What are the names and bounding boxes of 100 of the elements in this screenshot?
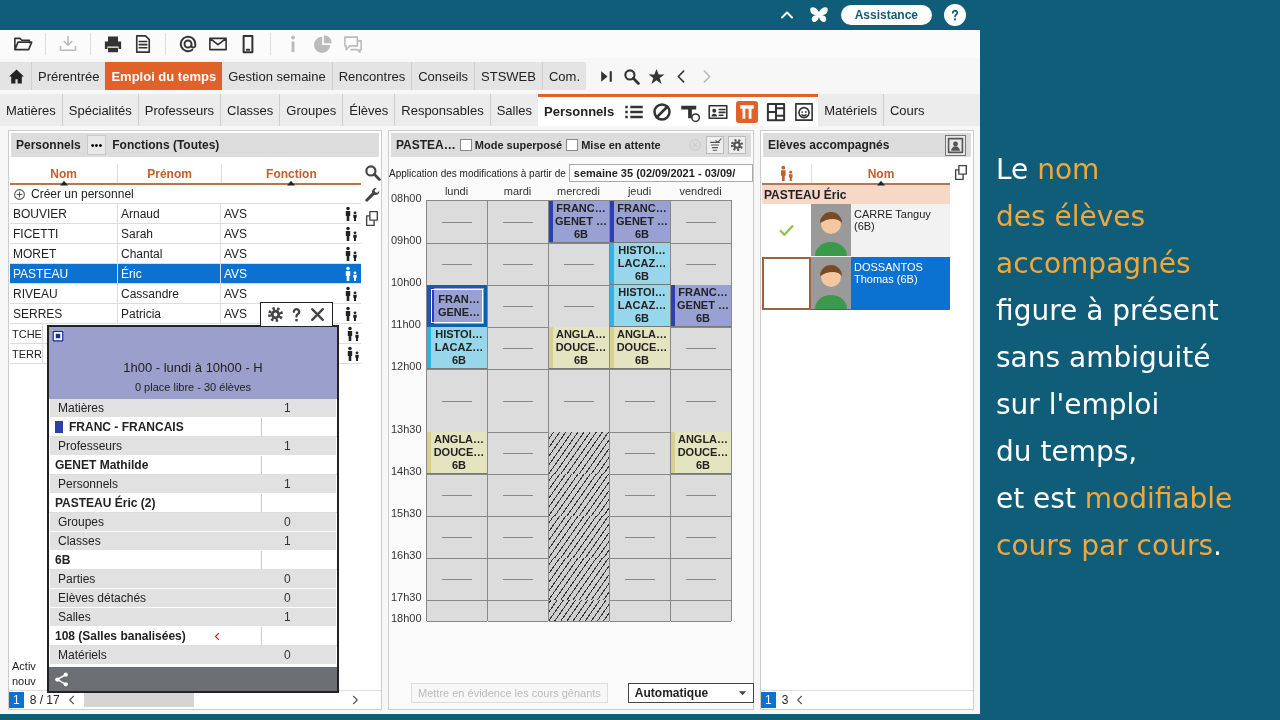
item-row[interactable]: FRANC - FRANCAIS [49, 418, 262, 436]
course-block[interactable]: HISTOI… LACAZ… 6B [427, 327, 487, 369]
time-label: 10h00 [391, 276, 422, 288]
table-row[interactable]: BOUVIER Arnaud AVS [10, 204, 361, 224]
view-tab[interactable]: Spécialités [61, 94, 138, 126]
view-tab[interactable]: Classes [220, 94, 280, 126]
item-text[interactable]: 6B [55, 553, 71, 567]
table-cell[interactable]: AVS [221, 204, 333, 223]
caption-text: du temps, [996, 434, 1138, 469]
section-count: 1 [284, 439, 291, 453]
item-text[interactable]: FRANC - FRANCAIS [69, 420, 184, 434]
view-tab[interactable]: Groupes [279, 94, 343, 126]
time-label: 12h00 [391, 360, 422, 372]
column-header[interactable]: Nom [10, 164, 119, 183]
module-tab[interactable]: STSWEB [474, 62, 542, 90]
table-cell[interactable]: TCHE [10, 324, 43, 343]
view-tab[interactable]: Personnels [538, 94, 621, 126]
course-block[interactable]: ANGLA… DOUCE… 6B [549, 327, 609, 369]
week-field[interactable]: semaine 35 (02/09/2021 - 03/09/ [568, 164, 753, 182]
course-block[interactable]: HISTOI… LACAZ… 6B [610, 285, 670, 327]
checkbox-label[interactable]: Mode superposé [474, 139, 563, 151]
item-row[interactable]: 108 (Salles banalisées) [49, 627, 262, 645]
caption-text: cours par cours [996, 528, 1213, 563]
table-cell[interactable]: Chantal [118, 244, 221, 263]
caption-text: . [1213, 528, 1222, 563]
table-cell[interactable]: AVS [221, 264, 333, 283]
item-text[interactable]: GENET Mathilde [55, 458, 149, 472]
course-block[interactable]: ANGLA… DOUCE… 6B [427, 432, 487, 474]
view-tab[interactable]: Professeurs [137, 94, 221, 126]
section-label: Parties [58, 572, 97, 586]
course-text: DOUCE… [555, 341, 607, 354]
module-tab[interactable]: Conseils [411, 62, 475, 90]
course-text: 6B [695, 312, 711, 325]
table-cell[interactable]: RIVEAU [10, 284, 118, 303]
table-cell[interactable]: FICETTI [10, 224, 118, 243]
course-block[interactable]: ANGLA… DOUCE… 6B [671, 432, 731, 474]
menu-button[interactable]: ••• [86, 135, 107, 155]
table-cell[interactable]: MORET [10, 244, 118, 263]
table-cell[interactable]: AVS [221, 284, 333, 303]
table-cell[interactable]: BOUVIER [10, 204, 118, 223]
course-text: DOUCE… [616, 341, 668, 354]
course-block[interactable]: FRANC… GENET … 6B [549, 201, 609, 243]
table-cell[interactable]: TERR [10, 344, 43, 363]
item-row[interactable]: 6B [49, 551, 262, 569]
table-cell[interactable]: SERRES [10, 304, 118, 323]
table-cell[interactable]: Cassandre [118, 284, 221, 303]
course-text: HISTOI… [618, 286, 666, 299]
table-cell[interactable]: AVS [221, 224, 333, 243]
section-label: Salles [58, 610, 92, 624]
course-block[interactable]: FRAN… GENE… [427, 285, 487, 327]
filter-label[interactable]: Fonctions (Toutes) [112, 138, 220, 152]
column-header[interactable]: Nom [812, 164, 950, 183]
item-text[interactable]: 108 (Salles banalisées) [55, 629, 186, 643]
view-tab[interactable]: Cours [882, 94, 931, 126]
create-staff-link[interactable]: Créer un personnel [10, 185, 361, 204]
caption-text: sur l'emploi [996, 387, 1160, 422]
course-text: 6B [634, 270, 650, 283]
table-cell[interactable]: Sarah [118, 224, 221, 243]
page-number[interactable]: 1 [9, 692, 24, 708]
view-tab[interactable]: Matériels [818, 94, 883, 126]
item-row[interactable]: GENET Mathilde [49, 456, 262, 474]
column-header[interactable]: Prénom [118, 164, 222, 183]
item-text[interactable]: PASTEAU Éric (2) [55, 496, 156, 510]
table-cell[interactable]: Éric [118, 264, 221, 283]
table-cell[interactable]: PASTEAU [10, 264, 118, 283]
table-cell[interactable]: AVS [221, 244, 333, 263]
column-header[interactable]: Fonction [221, 164, 361, 183]
course-text: FRANC… [556, 202, 606, 215]
view-tab[interactable]: Responsables [394, 94, 490, 126]
view-tab[interactable]: Élèves [342, 94, 395, 126]
item-row[interactable]: PASTEAU Éric (2) [49, 494, 262, 512]
table-cell[interactable]: Arnaud [118, 204, 221, 223]
course-text: FRANC… [678, 286, 728, 299]
course-block[interactable]: FRANC… GENET … 6B [671, 285, 731, 327]
student-row[interactable]: CARRE Tanguy (6B) [811, 204, 950, 257]
course-text: 6B [634, 312, 650, 325]
checkbox-label[interactable]: Mise en attente [581, 139, 661, 151]
course-text: 6B [634, 228, 650, 241]
table-cell[interactable]: Patricia [118, 304, 221, 323]
day-header: lundi [443, 185, 470, 199]
module-tab[interactable]: Gestion semaine [222, 62, 332, 90]
page-number[interactable]: 1 [761, 692, 776, 708]
student-row[interactable]: DOSSANTOS Thomas (6B) [811, 257, 950, 310]
view-tab[interactable]: Matières [0, 94, 62, 126]
table-row[interactable]: FICETTI Sarah AVS [10, 224, 361, 244]
module-tab[interactable]: Emploi du temps [105, 62, 223, 90]
course-text: 6B [451, 354, 467, 367]
page-number[interactable]: 3 [781, 693, 789, 707]
assistance-button[interactable]: Assistance [840, 5, 932, 25]
table-row[interactable]: PASTEAU Éric AVS [10, 264, 361, 284]
module-tab[interactable]: Rencontres [331, 62, 412, 90]
course-text: LACAZ… [617, 299, 667, 312]
course-text: HISTOI… [435, 328, 483, 341]
course-block[interactable]: FRANC… GENET … 6B [610, 201, 670, 243]
course-text: GENET … [616, 215, 668, 228]
course-block[interactable]: HISTOI… LACAZ… 6B [610, 243, 670, 285]
day-header: mercredi [556, 185, 601, 199]
course-block[interactable]: ANGLA… DOUCE… 6B [610, 327, 670, 369]
mode-dropdown[interactable]: Automatique [627, 683, 755, 703]
caption-text: Le [996, 152, 1030, 187]
